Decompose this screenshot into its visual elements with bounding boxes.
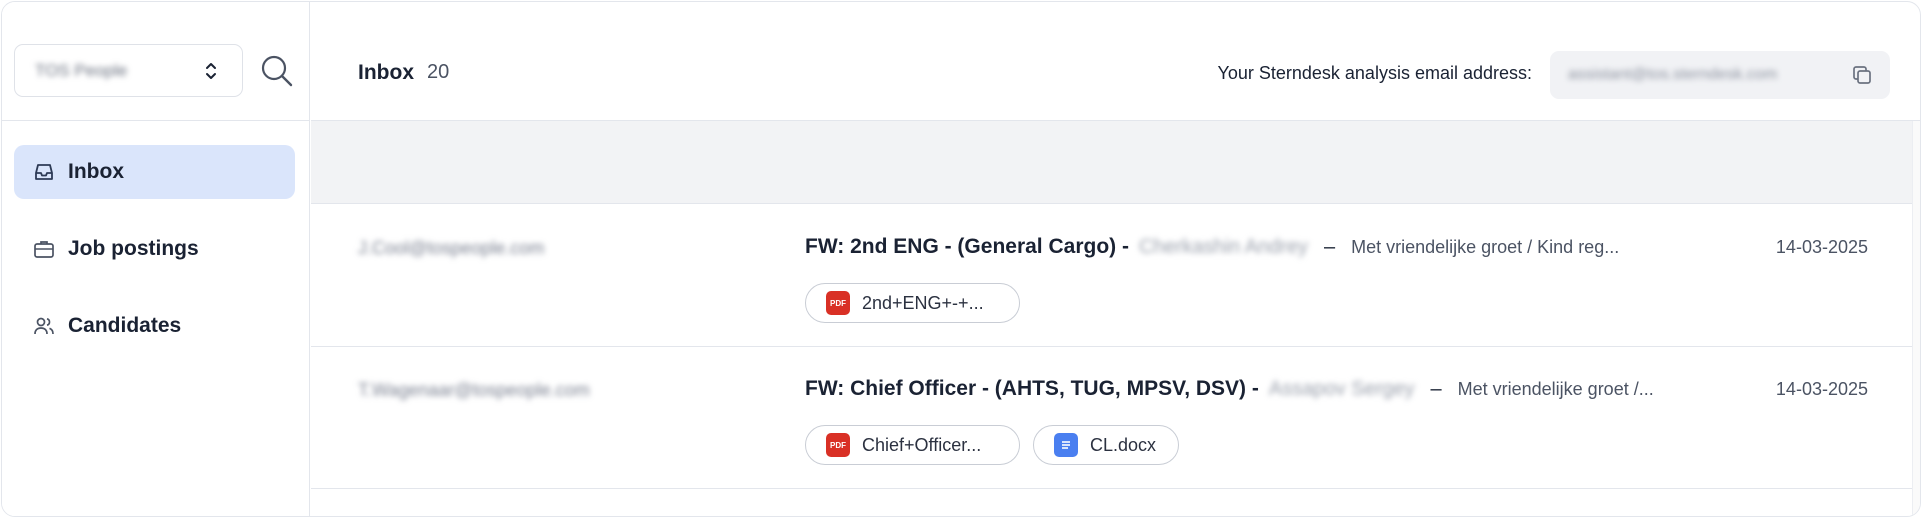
candidate-name: Assapov Sergey — [1268, 378, 1415, 400]
sidebar-header: TOS People — [2, 2, 309, 121]
main-panel: Inbox 20 Your Sterndesk analysis email a… — [311, 2, 1920, 516]
analysis-email-field[interactable]: assistant@tos.sterndesk.com — [1550, 51, 1890, 99]
message-date: 14-03-2025 — [1775, 379, 1868, 399]
search-icon[interactable] — [260, 54, 294, 88]
briefcase-icon — [32, 237, 56, 261]
page-title: Inbox — [358, 61, 414, 84]
filter-bar — [311, 121, 1912, 204]
separator-dash: – — [1430, 378, 1442, 400]
message-preview: Met vriendelijke groet /... — [1457, 379, 1654, 399]
sidebar: TOS People Inbox Job postings Candidates — [2, 2, 310, 516]
document-file-icon — [1054, 433, 1078, 457]
sidebar-item-label: Inbox — [68, 160, 124, 183]
users-icon — [32, 314, 56, 338]
attachment-list: PDF 2nd+ENG+-+... — [805, 283, 1020, 323]
attachment-name: CL.docx — [1090, 434, 1157, 455]
organization-name: TOS People — [35, 60, 128, 80]
message-count: 20 — [427, 61, 450, 83]
pdf-file-icon: PDF — [826, 291, 850, 315]
attachment-list: PDF Chief+Officer... CL.docx — [805, 425, 1180, 465]
sidebar-item-job-postings[interactable]: Job postings — [14, 222, 295, 276]
sidebar-item-label: Job postings — [68, 237, 199, 260]
message-subject: FW: Chief Officer - (AHTS, TUG, MPSV, DS… — [805, 377, 1259, 400]
app-window: TOS People Inbox Job postings Candidates… — [1, 1, 1921, 517]
message-subject-line: FW: 2nd ENG - (General Cargo) - Cherkash… — [805, 235, 1619, 259]
message-sender: T.Wagenaar@tospeople.com — [358, 380, 590, 400]
sidebar-item-candidates[interactable]: Candidates — [14, 299, 295, 353]
pdf-file-icon: PDF — [826, 433, 850, 457]
attachment-name: 2nd+ENG+-+... — [862, 292, 984, 313]
analysis-email-label: Your Sterndesk analysis email address: — [1217, 63, 1533, 83]
organization-select[interactable]: TOS People — [14, 44, 243, 97]
candidate-name: Cherkashin Andrey — [1138, 236, 1308, 258]
copy-icon[interactable] — [1850, 63, 1874, 87]
sidebar-nav: Inbox Job postings Candidates — [2, 121, 309, 353]
analysis-email-value: assistant@tos.sterndesk.com — [1568, 66, 1778, 83]
attachment-chip[interactable]: PDF 2nd+ENG+-+... — [805, 283, 1020, 323]
message-row[interactable]: J.Cool@tospeople.com FW: 2nd ENG - (Gene… — [311, 205, 1912, 347]
attachment-chip[interactable]: PDF Chief+Officer... — [805, 425, 1020, 465]
message-list: J.Cool@tospeople.com FW: 2nd ENG - (Gene… — [311, 205, 1912, 489]
sidebar-item-label: Candidates — [68, 314, 182, 337]
attachment-chip[interactable]: CL.docx — [1033, 425, 1180, 465]
sidebar-item-inbox[interactable]: Inbox — [14, 145, 295, 199]
separator-dash: – — [1323, 236, 1336, 258]
message-sender: J.Cool@tospeople.com — [358, 238, 545, 258]
page-header: Inbox 20 Your Sterndesk analysis email a… — [311, 2, 1920, 121]
attachment-name: Chief+Officer... — [862, 434, 982, 455]
message-subject-line: FW: Chief Officer - (AHTS, TUG, MPSV, DS… — [805, 377, 1654, 401]
inbox-icon — [32, 160, 56, 184]
chevron-up-down-icon — [206, 63, 216, 79]
message-row[interactable]: T.Wagenaar@tospeople.com FW: Chief Offic… — [311, 347, 1912, 489]
message-subject: FW: 2nd ENG - (General Cargo) - — [805, 235, 1129, 258]
scrollbar[interactable] — [1912, 121, 1920, 516]
message-preview: Met vriendelijke groet / Kind reg... — [1351, 237, 1620, 257]
message-date: 14-03-2025 — [1775, 237, 1868, 257]
